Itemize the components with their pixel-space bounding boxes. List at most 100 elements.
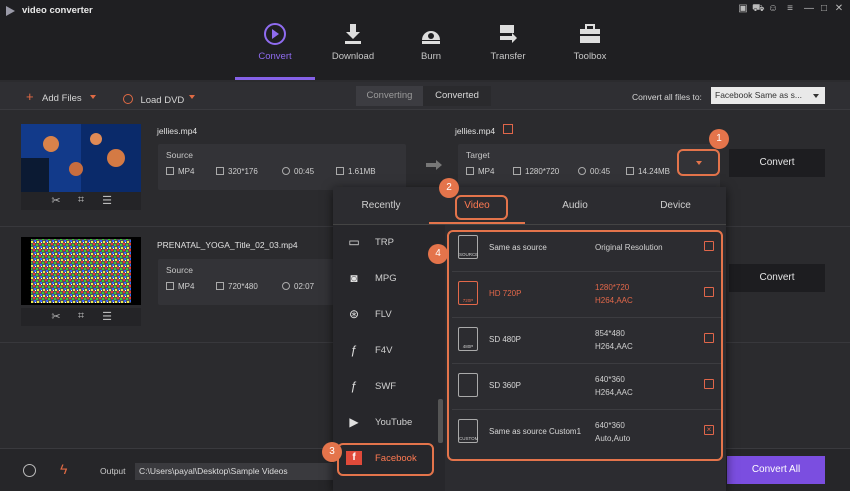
youtube-icon: ▶ [349, 415, 359, 429]
gift-icon[interactable]: ▣ [737, 3, 749, 15]
source-info: Source MP4 720*480 02:07 [158, 259, 334, 305]
target-file-name: jellies.mp4 [455, 126, 496, 136]
tab-transfer[interactable]: Transfer [468, 18, 548, 80]
effects-icon[interactable]: ☰ [97, 310, 117, 323]
film-icon [166, 167, 174, 175]
source-size: 1.61MB [348, 167, 376, 176]
crop-icon[interactable]: ⌗ [71, 194, 91, 207]
tab-toolbox-label: Toolbox [573, 51, 607, 62]
app-logo-icon [6, 6, 15, 16]
output-path-field[interactable]: C:\Users\payal\Desktop\Sample Videos [135, 463, 335, 480]
callout-1: 1 [709, 129, 729, 149]
convert-all-select[interactable]: Facebook Same as s... [711, 87, 825, 104]
video-thumbnail[interactable] [21, 237, 141, 305]
output-label: Output [100, 466, 126, 476]
active-tab-indicator [235, 77, 315, 80]
video-thumbnail[interactable] [21, 124, 141, 192]
load-dvd-label: Load DVD [140, 95, 185, 106]
convert-all-button[interactable]: Convert All [727, 456, 825, 484]
add-files-button[interactable]: + Add Files [26, 88, 82, 106]
source-format: MP4 [178, 282, 195, 291]
tab-download-label: Download [331, 51, 375, 62]
format-label: F4V [375, 345, 393, 356]
thumbnail-toolbar: ✂ ⌗ ☰ [21, 192, 141, 210]
chevron-down-icon [813, 94, 819, 98]
menu-icon[interactable]: ≡ [784, 3, 796, 15]
close-icon[interactable]: ✕ [833, 3, 845, 15]
disc-icon [422, 31, 440, 44]
format-item-swf[interactable]: ƒ SWF [333, 369, 445, 405]
clock-icon [578, 167, 586, 175]
tab-convert[interactable]: Convert [235, 18, 315, 80]
source-label: Source [166, 265, 193, 275]
load-dvd-button[interactable]: Load DVD [123, 90, 184, 108]
format-item-youtube[interactable]: ▶ YouTube [333, 405, 445, 441]
tab-toolbox[interactable]: Toolbox [550, 18, 630, 80]
source-format: MP4 [178, 167, 195, 176]
format-list-scrollbar[interactable] [438, 399, 443, 443]
clock-icon [282, 167, 290, 175]
dd-tab-device[interactable]: Device [625, 187, 726, 225]
callout-2: 2 [439, 178, 459, 198]
convert-button[interactable]: Convert [729, 264, 825, 292]
transfer-icon [500, 25, 517, 43]
maximize-icon[interactable]: □ [818, 3, 830, 15]
arrow-right-icon [426, 160, 442, 170]
tab-convert-label: Convert [258, 51, 292, 62]
format-label: YouTube [375, 417, 413, 428]
effects-icon[interactable]: ☰ [97, 194, 117, 207]
format-label: SWF [375, 381, 397, 392]
convert-all-value: Facebook Same as s... [715, 90, 802, 100]
tab-burn[interactable]: Burn [391, 18, 471, 80]
seg-converted[interactable]: Converted [423, 86, 491, 106]
facebook-highlight [337, 443, 434, 476]
source-duration: 02:07 [294, 282, 315, 291]
format-label: MPG [375, 273, 397, 284]
add-files-dropdown-icon[interactable] [90, 95, 96, 99]
tab-burn-label: Burn [420, 51, 442, 62]
convert-icon [264, 23, 286, 45]
trim-icon[interactable]: ✂ [46, 310, 66, 323]
alarm-clock-icon[interactable] [23, 464, 36, 477]
flash-icon: ƒ [350, 379, 358, 393]
user-icon[interactable]: ☺ [767, 3, 779, 15]
format-item-mpg[interactable]: ◙ MPG [333, 261, 445, 297]
dd-tab-recently[interactable]: Recently [333, 187, 429, 225]
source-duration: 00:45 [294, 167, 315, 176]
lightning-icon[interactable]: ϟ [60, 461, 67, 477]
target-resolution: 1280*720 [525, 167, 560, 176]
dvd-icon [123, 94, 133, 104]
source-file-name: PRENATAL_YOGA_Title_02_03.mp4 [157, 240, 298, 250]
edit-name-icon[interactable] [503, 124, 513, 134]
video-tab-highlight [455, 195, 508, 220]
convert-button[interactable]: Convert [729, 149, 825, 177]
chevron-down-icon [696, 161, 702, 165]
folder-icon [336, 167, 344, 175]
cart-icon[interactable]: ⛟ [752, 3, 765, 15]
trim-icon[interactable]: ✂ [46, 194, 66, 207]
source-label: Source [166, 150, 193, 160]
plus-icon: + [26, 89, 34, 104]
format-item-f4v[interactable]: ƒ F4V [333, 333, 445, 369]
crop-icon[interactable]: ⌗ [71, 310, 91, 323]
load-dvd-dropdown-icon[interactable] [189, 95, 195, 99]
dd-tab-audio[interactable]: Audio [525, 187, 625, 225]
tab-download[interactable]: Download [313, 18, 393, 80]
resolution-icon [513, 167, 521, 175]
trp-icon: ▭ [348, 235, 360, 249]
target-label: Target [466, 150, 490, 160]
reel-icon: ⊛ [348, 307, 360, 321]
convert-all-label: Convert all files to: [632, 92, 702, 102]
source-info: Source MP4 320*176 00:45 1.61MB [158, 144, 406, 190]
tab-transfer-label: Transfer [490, 51, 526, 62]
minimize-icon[interactable]: — [803, 3, 815, 15]
callout-4: 4 [428, 244, 448, 264]
resolution-icon [216, 167, 224, 175]
film-icon [466, 167, 474, 175]
toolbox-icon [580, 24, 600, 43]
source-resolution: 320*176 [228, 167, 258, 176]
seg-converting[interactable]: Converting [356, 86, 423, 106]
add-files-label: Add Files [42, 93, 82, 104]
format-item-flv[interactable]: ⊛ FLV [333, 297, 445, 333]
target-format-dropdown[interactable] [677, 149, 720, 176]
